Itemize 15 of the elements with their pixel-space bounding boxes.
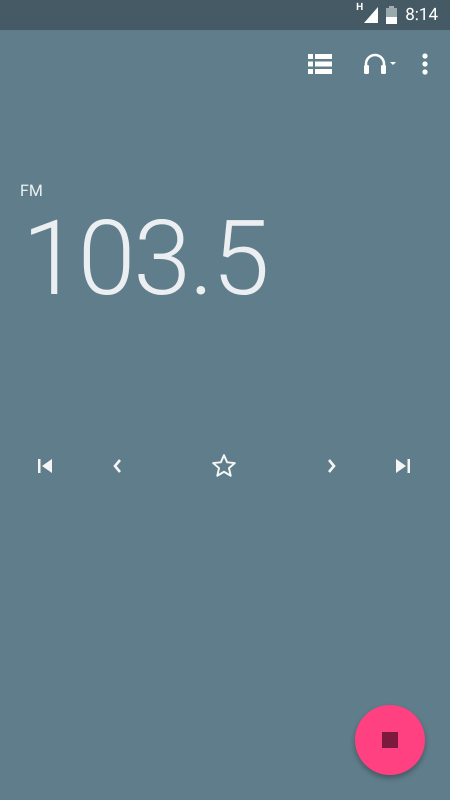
band-label: FM: [20, 182, 43, 200]
list-icon[interactable]: [308, 54, 332, 74]
more-options-icon[interactable]: [422, 53, 428, 75]
star-icon[interactable]: [211, 453, 237, 479]
chevron-left-icon[interactable]: [112, 458, 122, 474]
chevron-right-icon[interactable]: [327, 458, 337, 474]
battery-icon: [386, 6, 398, 24]
headphones-icon[interactable]: [363, 53, 397, 75]
signal-icon: [364, 7, 378, 23]
skip-previous-icon[interactable]: [37, 458, 53, 474]
skip-next-icon[interactable]: [395, 458, 411, 474]
clock-time: 8:14: [405, 5, 438, 25]
stop-button[interactable]: [355, 705, 425, 775]
network-type: H: [356, 3, 364, 13]
frequency-display: 103.5: [22, 208, 268, 312]
